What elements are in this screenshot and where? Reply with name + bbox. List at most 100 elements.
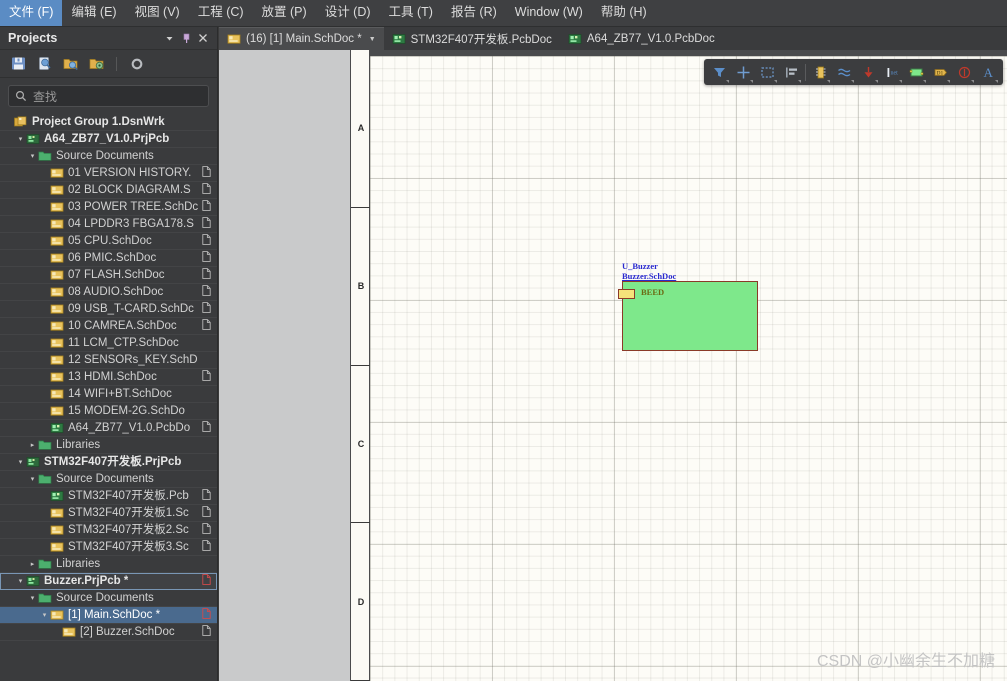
expand-arrow-icon[interactable]: ▾	[15, 454, 26, 471]
tree-row[interactable]: 14 WIFI+BT.SchDoc	[0, 386, 217, 403]
document-tab-label: STM32F407开发板.PcbDoc	[410, 33, 552, 46]
sheet-symbol-body[interactable]: BEED	[618, 281, 758, 351]
tree-row[interactable]: Project Group 1.DsnWrk	[0, 114, 217, 131]
tree-row[interactable]: 08 AUDIO.SchDoc	[0, 284, 217, 301]
sheet-entry-port[interactable]	[618, 289, 635, 299]
select-rectangle-icon[interactable]	[755, 60, 779, 84]
document-tab-label: A64_ZB77_V1.0.PcbDoc	[586, 32, 715, 45]
tree-row-label: A64_ZB77_V1.0.PcbDo	[68, 421, 191, 434]
panel-pin-button[interactable]	[178, 30, 194, 46]
sch-doc-icon	[50, 218, 65, 231]
tree-row[interactable]: STM32F407开发板2.Sc	[0, 522, 217, 539]
sch-doc-icon	[50, 252, 65, 265]
tree-row[interactable]: 05 CPU.SchDoc	[0, 233, 217, 250]
tree-row[interactable]: 04 LPDDR3 FBGA178.S	[0, 216, 217, 233]
document-icon	[202, 506, 213, 520]
menu-item-1[interactable]: 编辑 (E)	[62, 0, 125, 26]
document-icon	[202, 200, 213, 214]
menu-item-4[interactable]: 放置 (P)	[253, 0, 316, 26]
expand-arrow-icon[interactable]: ▾	[39, 607, 50, 624]
tree-row[interactable]: 07 FLASH.SchDoc	[0, 267, 217, 284]
compile-icon[interactable]	[36, 55, 53, 72]
menu-item-2[interactable]: 视图 (V)	[126, 0, 189, 26]
chevron-down-icon[interactable]: ▼	[369, 36, 376, 43]
document-tab[interactable]: (16) [1] Main.SchDoc * ▼	[219, 27, 384, 50]
ground-icon[interactable]	[856, 60, 880, 84]
tree-row[interactable]: 12 SENSORs_KEY.SchD	[0, 352, 217, 369]
folder-icon	[38, 473, 53, 486]
tree-row[interactable]: ▾ [1] Main.SchDoc *	[0, 607, 217, 624]
text-icon[interactable]: A	[976, 60, 1000, 84]
wire-icon[interactable]	[832, 60, 856, 84]
schematic-editor: ABCD net D1 A U_Buzzer Buzzer.SchDoc BEE…	[219, 50, 1007, 681]
sheet-symbol-icon[interactable]	[904, 60, 928, 84]
tree-row[interactable]: ▸ Libraries	[0, 437, 217, 454]
no-erc-icon[interactable]	[952, 60, 976, 84]
expand-arrow-icon[interactable]: ▾	[15, 573, 26, 590]
save-icon[interactable]	[10, 55, 27, 72]
tree-row[interactable]: ▾ Buzzer.PrjPcb *	[0, 573, 217, 590]
project-tree: Project Group 1.DsnWrk ▾ A64_ZB77_V1.0.Prj…	[0, 112, 217, 672]
component-icon[interactable]	[808, 60, 832, 84]
sch-doc-icon	[50, 320, 65, 333]
menu-item-9[interactable]: 帮助 (H)	[592, 0, 656, 26]
schematic-canvas[interactable]: net D1 A U_Buzzer Buzzer.SchDoc BEED CSD…	[370, 56, 1007, 681]
expand-arrow-icon[interactable]: ▾	[15, 131, 26, 148]
filter-icon[interactable]	[707, 60, 731, 84]
tree-row[interactable]: 09 USB_T-CARD.SchDc	[0, 301, 217, 318]
tree-row[interactable]: ▾ Source Documents	[0, 590, 217, 607]
tree-row[interactable]: STM32F407开发板1.Sc	[0, 505, 217, 522]
document-tab[interactable]: A64_ZB77_V1.0.PcbDoc	[560, 27, 723, 50]
tree-row[interactable]: ▾ Source Documents	[0, 471, 217, 488]
tree-row[interactable]: [2] Buzzer.SchDoc	[0, 624, 217, 641]
menu-item-8[interactable]: Window (W)	[506, 0, 592, 26]
tree-row[interactable]: 01 VERSION HISTORY.	[0, 165, 217, 182]
menu-item-3[interactable]: 工程 (C)	[189, 0, 253, 26]
expand-arrow-icon[interactable]: ▸	[27, 556, 38, 573]
tree-row-label: 05 CPU.SchDoc	[68, 234, 152, 247]
tree-row[interactable]: 13 HDMI.SchDoc	[0, 369, 217, 386]
expand-arrow-icon[interactable]: ▾	[27, 590, 38, 607]
menu-item-5[interactable]: 设计 (D)	[316, 0, 380, 26]
tree-row[interactable]: ▸ Libraries	[0, 556, 217, 573]
menu-item-6[interactable]: 工具 (T)	[380, 0, 442, 26]
port-icon[interactable]: D1	[928, 60, 952, 84]
project-options-icon[interactable]	[88, 55, 105, 72]
net-label-icon[interactable]: net	[880, 60, 904, 84]
align-icon[interactable]	[779, 60, 803, 84]
tree-row[interactable]: STM32F407开发板3.Sc	[0, 539, 217, 556]
tree-row[interactable]: 03 POWER TREE.SchDc	[0, 199, 217, 216]
open-project-icon[interactable]	[62, 55, 79, 72]
expand-arrow-icon[interactable]: ▾	[27, 471, 38, 488]
tree-row[interactable]: STM32F407开发板.Pcb	[0, 488, 217, 505]
crosshair-icon[interactable]	[731, 60, 755, 84]
menu-item-0[interactable]: 文件 (F)	[0, 0, 63, 26]
tree-row[interactable]: 11 LCM_CTP.SchDoc	[0, 335, 217, 352]
tree-row[interactable]: 15 MODEM-2G.SchDo	[0, 403, 217, 420]
panel-dropdown-button[interactable]	[161, 30, 177, 46]
tree-row[interactable]: A64_ZB77_V1.0.PcbDo	[0, 420, 217, 437]
tree-row[interactable]: ▾ Source Documents	[0, 148, 217, 165]
tree-row-label: Buzzer.PrjPcb *	[44, 574, 129, 587]
sheet-symbol[interactable]: U_Buzzer Buzzer.SchDoc BEED	[618, 261, 758, 351]
tree-row[interactable]: ▾ STM32F407开发板.PrjPcb	[0, 454, 217, 471]
tree-row[interactable]: 02 BLOCK DIAGRAM.S	[0, 182, 217, 199]
tree-row[interactable]: 10 CAMREA.SchDoc	[0, 318, 217, 335]
tree-row-label: STM32F407开发板3.Sc	[68, 540, 189, 553]
svg-text:A: A	[983, 65, 993, 80]
document-tab[interactable]: STM32F407开发板.PcbDoc	[384, 27, 560, 50]
menu-item-7[interactable]: 报告 (R)	[442, 0, 506, 26]
pcb-project-icon	[26, 133, 41, 146]
tree-row-label: Libraries	[56, 557, 101, 570]
search-input[interactable]: 查找	[8, 85, 209, 107]
document-icon	[202, 319, 213, 333]
modified-document-icon	[202, 574, 213, 588]
expand-arrow-icon[interactable]: ▸	[27, 437, 38, 454]
panel-close-button[interactable]	[195, 30, 211, 46]
tree-row[interactable]: 06 PMIC.SchDoc	[0, 250, 217, 267]
tree-row-label: 09 USB_T-CARD.SchDc	[68, 302, 194, 315]
settings-gear-icon[interactable]	[128, 55, 145, 72]
expand-arrow-icon[interactable]: ▾	[27, 148, 38, 165]
ruler-segment: C	[351, 366, 371, 524]
tree-row[interactable]: ▾ A64_ZB77_V1.0.PrjPcb	[0, 131, 217, 148]
